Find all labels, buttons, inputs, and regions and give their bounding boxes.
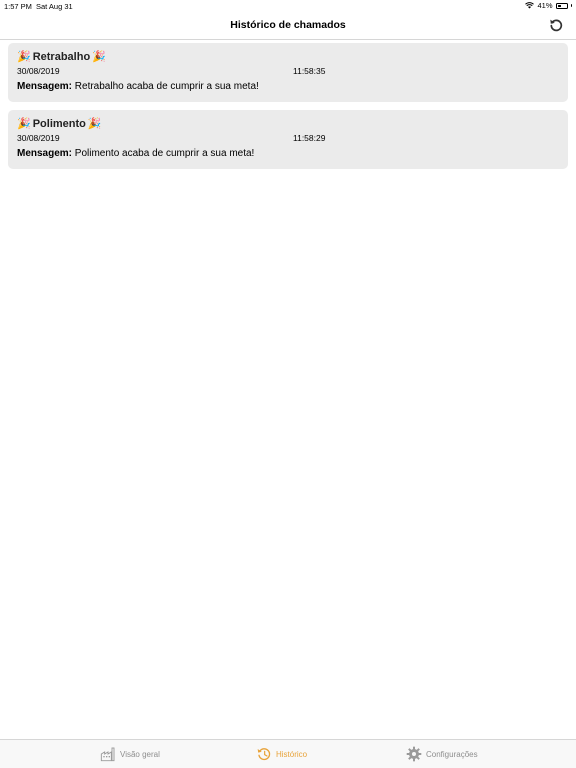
call-message: Mensagem: Polimento acaba de cumprir a s… xyxy=(17,148,559,159)
tab-history-label: Histórico xyxy=(276,749,308,759)
call-message-text: Polimento acaba de cumprir a sua meta! xyxy=(72,148,255,159)
call-time: 11:58:29 xyxy=(293,133,326,143)
status-right: 41% xyxy=(525,1,572,10)
tab-history[interactable]: Histórico xyxy=(256,746,307,762)
status-date: Sat Aug 31 xyxy=(36,2,73,11)
status-time: 1:57 PM xyxy=(4,2,32,11)
call-datetime-row: 30/08/2019 11:58:35 xyxy=(17,66,559,78)
call-datetime-row: 30/08/2019 11:58:29 xyxy=(17,133,559,145)
nav-bar: Histórico de chamados xyxy=(0,12,576,40)
wifi-icon xyxy=(525,2,535,9)
call-title: Retrabalho xyxy=(32,50,91,63)
screen: 1:57 PM Sat Aug 31 41% Histórico de cham… xyxy=(0,0,576,768)
call-message-text: Retrabalho acaba de cumprir a sua meta! xyxy=(72,81,259,92)
party-popper-icon: 🎉 xyxy=(17,118,31,130)
call-title-row: 🎉 Polimento 🎉 xyxy=(17,117,559,131)
call-message: Mensagem: Retrabalho acaba de cumprir a … xyxy=(17,81,559,92)
page-title: Histórico de chamados xyxy=(230,19,346,31)
tab-bar: Visão geral Histórico Configurações xyxy=(0,739,576,768)
call-title-row: 🎉 Retrabalho 🎉 xyxy=(17,50,559,64)
refresh-icon[interactable] xyxy=(548,17,564,33)
tab-overview[interactable]: Visão geral xyxy=(100,746,160,762)
call-time: 11:58:35 xyxy=(293,66,326,76)
battery-icon xyxy=(555,2,568,9)
call-title: Polimento xyxy=(32,117,86,130)
call-card[interactable]: 🎉 Retrabalho 🎉 30/08/2019 11:58:35 Mensa… xyxy=(8,43,568,102)
gear-icon xyxy=(406,746,422,762)
battery-cap xyxy=(570,4,572,7)
party-popper-icon: 🎉 xyxy=(92,51,106,63)
call-message-label: Mensagem: xyxy=(17,81,73,92)
status-bar: 1:57 PM Sat Aug 31 41% xyxy=(0,0,576,12)
history-icon xyxy=(257,748,271,761)
call-message-label: Mensagem: xyxy=(17,148,73,159)
party-popper-icon: 🎉 xyxy=(17,51,31,63)
battery-percent: 41% xyxy=(537,1,553,10)
tab-settings[interactable]: Configurações xyxy=(406,746,478,762)
tab-overview-label: Visão geral xyxy=(120,749,160,759)
call-date: 30/08/2019 xyxy=(17,66,60,76)
battery-fill xyxy=(557,4,561,7)
call-history-list: 🎉 Retrabalho 🎉 30/08/2019 11:58:35 Mensa… xyxy=(8,43,568,177)
call-card[interactable]: 🎉 Polimento 🎉 30/08/2019 11:58:29 Mensag… xyxy=(8,110,568,169)
factory-icon xyxy=(100,747,115,762)
call-date: 30/08/2019 xyxy=(17,133,60,143)
tab-settings-label: Configurações xyxy=(426,749,478,759)
party-popper-icon: 🎉 xyxy=(87,118,102,130)
